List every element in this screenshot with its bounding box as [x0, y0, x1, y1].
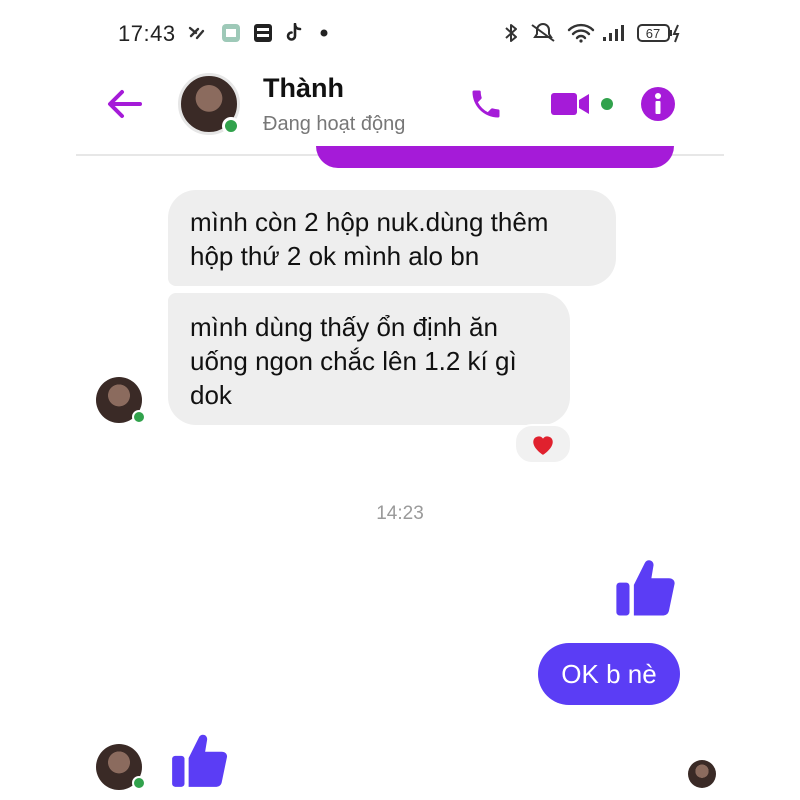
message-line: mình dùng thấy ổn định ăn	[190, 312, 498, 342]
incoming-message[interactable]: mình dùng thấy ổn định ăn uống ngon chắc…	[168, 293, 570, 425]
seen-indicator-avatar	[688, 760, 716, 788]
battery-level: 67	[645, 26, 661, 41]
thumbs-up-icon	[616, 560, 675, 616]
contact-name[interactable]: Thành	[263, 73, 344, 104]
online-indicator	[132, 776, 146, 790]
mute-icon	[528, 23, 558, 43]
message-line: mình còn 2 hộp nuk.dùng thêm	[190, 207, 549, 237]
status-time: 17:43	[118, 21, 176, 46]
heart-reaction[interactable]	[514, 424, 572, 464]
info-icon	[641, 87, 675, 121]
message-timestamp: 14:23	[376, 503, 424, 524]
thumbs-up-icon	[172, 734, 228, 787]
tiktok-icon	[284, 23, 306, 43]
video-call-button[interactable]	[548, 84, 620, 124]
video-camera-icon	[551, 93, 613, 115]
signal-icon	[600, 23, 626, 43]
message-line: OK b nè	[561, 658, 657, 689]
message-line: dok	[190, 380, 232, 410]
outgoing-like[interactable]	[612, 552, 682, 622]
incoming-message[interactable]: mình còn 2 hộp nuk.dùng thêm hộp thứ 2 o…	[168, 190, 616, 286]
wifi-icon	[566, 23, 596, 43]
outgoing-message[interactable]: OK b nè	[538, 643, 680, 705]
incoming-like[interactable]	[168, 727, 234, 793]
message-line: uống ngon chắc lên 1.2 kí gì	[190, 346, 517, 376]
app-icon	[220, 23, 242, 43]
voice-call-button[interactable]	[466, 84, 506, 124]
bluetooth-icon	[502, 23, 520, 43]
contact-status: Đang hoạt động	[263, 113, 406, 135]
dot-icon	[318, 23, 330, 43]
back-button[interactable]	[104, 84, 144, 124]
heart-icon	[533, 436, 553, 455]
news-app-icon	[252, 23, 274, 43]
phone-icon	[472, 90, 500, 118]
online-indicator	[222, 117, 240, 135]
message-line: hộp thứ 2 ok mình alo bn	[190, 241, 480, 271]
online-indicator	[132, 410, 146, 424]
notification-icon	[186, 23, 208, 43]
previous-outgoing-bubble	[316, 146, 674, 168]
info-button[interactable]	[638, 84, 678, 124]
